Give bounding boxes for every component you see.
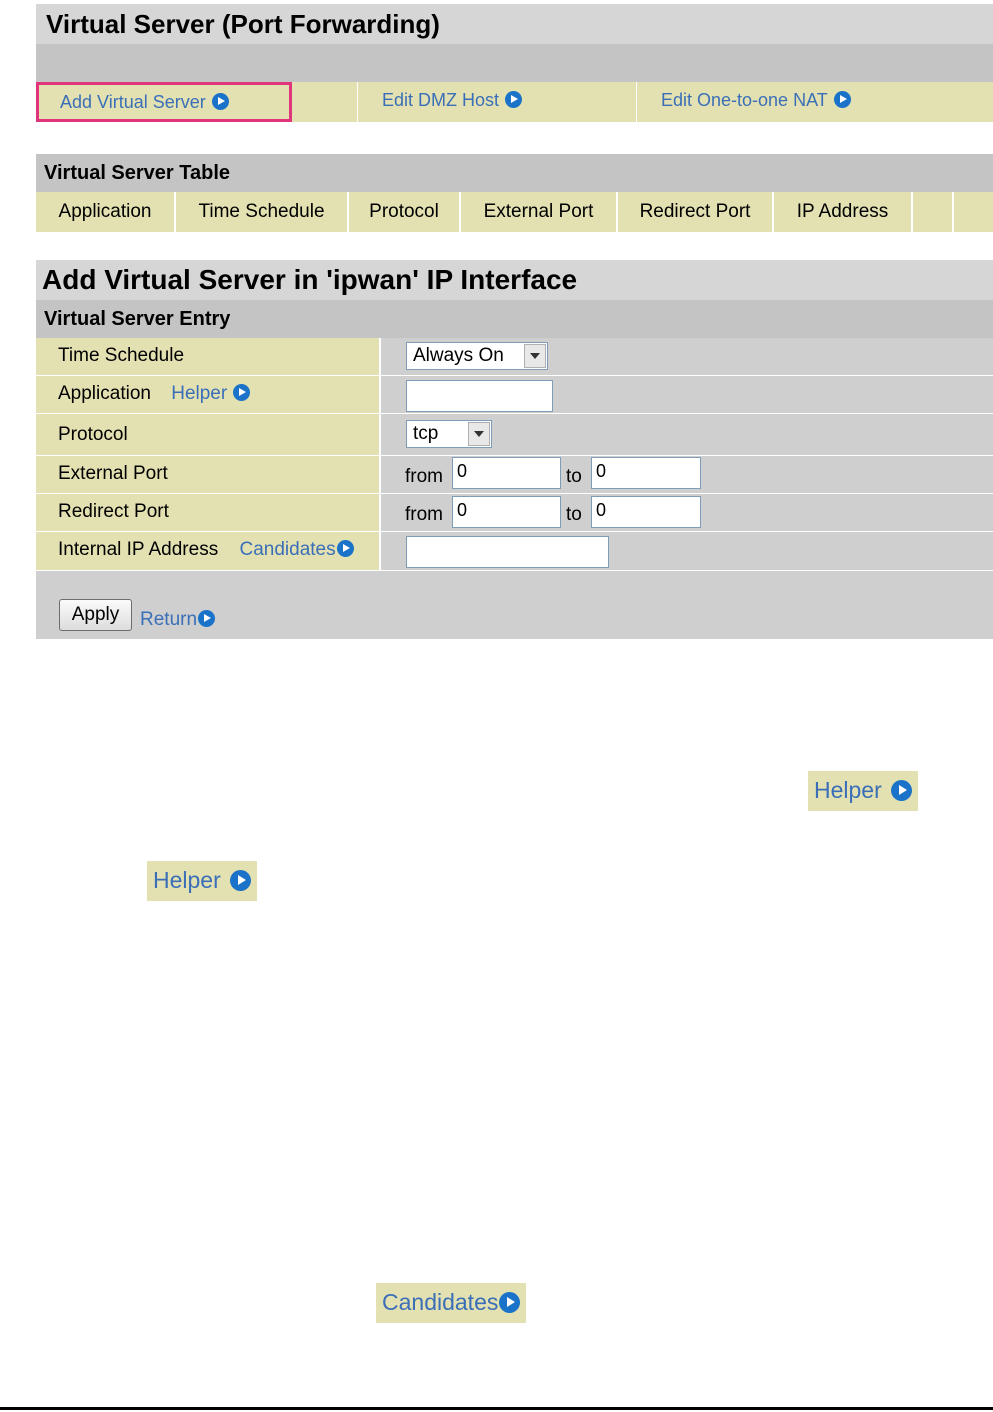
chevron-down-icon [468,422,490,446]
application-label-cell: Application Helper [36,376,381,413]
column-header [913,192,954,232]
time-schedule-selected: Always On [413,345,504,366]
redirect-port-row: Redirect Port from 0 to 0 [36,494,993,532]
arrow-right-icon [499,1292,521,1313]
application-row: Application Helper [36,376,993,414]
tab-label: Edit One-to-one NAT [661,90,828,110]
chevron-down-icon [524,344,546,368]
tab-label: Add Virtual Server [60,92,206,112]
tab-edit-one-to-one-nat[interactable]: Edit One-to-one NAT [637,82,993,122]
tab-label: Edit DMZ Host [382,90,500,110]
time-schedule-label: Time Schedule [36,338,381,375]
arrow-right-icon [198,610,216,627]
redirect-port-from-input[interactable]: 0 [452,496,561,528]
helper-callout-label: Helper [153,867,221,893]
arrow-right-icon [229,870,251,891]
from-label: from [405,504,443,525]
external-port-label: External Port [36,456,381,493]
table-title: Virtual Server Table [36,154,993,192]
helper-callout[interactable]: Helper [147,861,257,901]
column-header: Time Schedule [176,192,349,232]
external-port-row: External Port from 0 to 0 [36,456,993,494]
internal-ip-label: Internal IP Address [58,539,219,560]
internal-ip-label-cell: Internal IP Address Candidates [36,532,381,570]
application-label: Application [58,383,151,404]
application-input[interactable] [406,380,553,412]
column-header: Application [36,192,176,232]
section-subtitle: Virtual Server Entry [36,300,993,338]
candidates-link-label: Candidates [239,539,336,560]
header-strip [36,44,993,82]
external-port-value-cell: from 0 to 0 [381,456,993,493]
table-header-row: Application Time Schedule Protocol Exter… [36,192,993,232]
internal-ip-row: Internal IP Address Candidates [36,532,993,571]
tab-edit-dmz-host[interactable]: Edit DMZ Host [358,82,637,122]
helper-callout[interactable]: Helper [808,771,918,811]
arrow-right-icon [890,780,912,801]
arrow-right-icon [833,91,851,108]
external-port-to-input[interactable]: 0 [591,457,701,489]
to-label: to [566,504,582,525]
section-title: Add Virtual Server in 'ipwan' IP Interfa… [36,260,993,300]
time-schedule-value-cell: Always On [381,338,993,375]
protocol-value-cell: tcp [381,414,993,455]
column-header: External Port [461,192,618,232]
tab-add-virtual-server[interactable]: Add Virtual Server [36,82,292,122]
helper-link[interactable]: Helper [171,383,251,404]
return-link-label: Return [140,609,198,630]
protocol-row: Protocol tcp [36,414,993,456]
application-value-cell [381,376,993,413]
from-label: from [405,466,443,487]
tab-nav: Add Virtual Server Edit DMZ Host Edit On… [36,82,993,122]
helper-link-label: Helper [171,383,228,404]
protocol-selected: tcp [413,423,439,444]
redirect-port-to-input[interactable]: 0 [591,496,701,528]
time-schedule-row: Time Schedule Always On [36,338,993,376]
candidates-link[interactable]: Candidates [239,539,354,560]
helper-callout-label: Helper [814,777,882,803]
column-header: IP Address [774,192,913,232]
page-title: Virtual Server (Port Forwarding) [36,4,993,44]
column-header-filler [954,192,993,232]
internal-ip-input[interactable] [406,536,609,568]
arrow-right-icon [336,540,354,557]
column-header: Redirect Port [618,192,774,232]
protocol-label: Protocol [36,414,381,455]
redirect-port-label: Redirect Port [36,494,381,531]
arrow-right-icon [233,384,251,401]
candidates-callout[interactable]: Candidates [376,1283,527,1323]
apply-button[interactable]: Apply [59,599,132,631]
external-port-from-input[interactable]: 0 [452,457,561,489]
return-link[interactable]: Return [140,609,216,631]
candidates-callout-label: Candidates [382,1289,499,1315]
column-header: Protocol [349,192,461,232]
internal-ip-value-cell [381,532,993,570]
nav-spacer [292,82,358,122]
redirect-port-value-cell: from 0 to 0 [381,494,993,531]
to-label: to [566,466,582,487]
protocol-select[interactable]: tcp [406,420,492,448]
arrow-right-icon [211,93,229,110]
bottom-divider [0,1407,993,1410]
time-schedule-select[interactable]: Always On [406,342,548,370]
arrow-right-icon [505,91,523,108]
action-row: Apply Return [36,571,993,639]
